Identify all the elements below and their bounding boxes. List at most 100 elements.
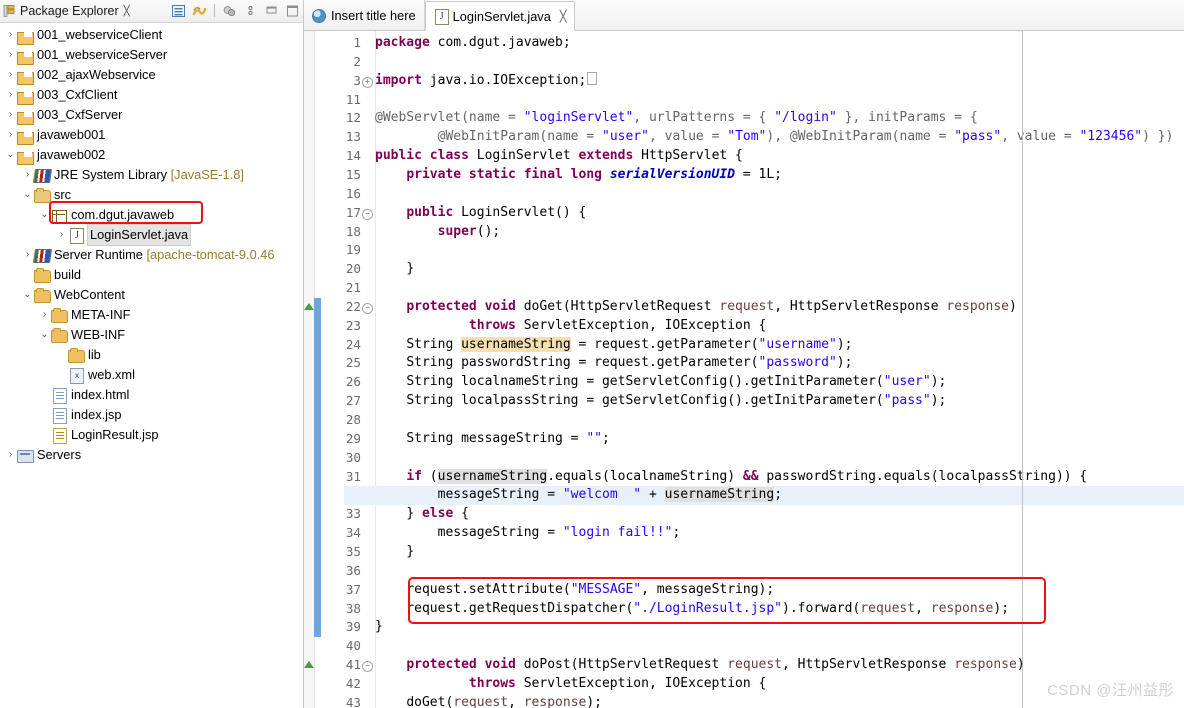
tree-item[interactable]: › ◆ 001_webserviceServer bbox=[0, 45, 303, 65]
expanded-arrow-icon[interactable]: ⌄ bbox=[38, 205, 51, 225]
editor-tab[interactable]: Insert title here bbox=[304, 0, 425, 30]
tree-item[interactable]: ⌄ src bbox=[0, 185, 303, 205]
tree-item[interactable]: › ✖ 003_CxfServer bbox=[0, 105, 303, 125]
code-line[interactable]: @WebServlet(name = "loginServlet", urlPa… bbox=[375, 109, 978, 128]
code-line[interactable]: } else { bbox=[375, 505, 469, 524]
code-line[interactable] bbox=[375, 449, 383, 468]
code-line[interactable] bbox=[375, 53, 383, 72]
tree-item[interactable]: ›xweb.xml bbox=[0, 365, 303, 385]
collapsed-arrow-icon[interactable]: › bbox=[55, 365, 68, 385]
collapsed-arrow-icon[interactable]: › bbox=[38, 305, 51, 325]
tree-item[interactable]: › lib bbox=[0, 345, 303, 365]
collapsed-arrow-icon[interactable]: › bbox=[4, 105, 17, 125]
collapsed-arrow-icon[interactable]: › bbox=[21, 265, 34, 285]
tree-item[interactable]: › index.jsp bbox=[0, 405, 303, 425]
code-line[interactable]: package com.dgut.javaweb; bbox=[375, 34, 571, 53]
collapsed-arrow-icon[interactable]: › bbox=[55, 345, 68, 365]
code-line[interactable]: String passwordString = request.getParam… bbox=[375, 354, 852, 373]
code-line[interactable] bbox=[375, 562, 383, 581]
close-icon[interactable]: ╳ bbox=[124, 6, 130, 17]
tree-item[interactable]: › J LoginServlet.java bbox=[0, 224, 303, 246]
view-menu-chevron-icon[interactable] bbox=[242, 2, 259, 19]
tree-item[interactable]: › LoginResult.jsp bbox=[0, 425, 303, 445]
tab-close-icon[interactable]: ╳ bbox=[560, 10, 567, 23]
code-line[interactable] bbox=[375, 411, 383, 430]
code-line[interactable] bbox=[375, 241, 383, 260]
code-line[interactable]: } bbox=[375, 260, 414, 279]
collapsed-arrow-icon[interactable]: › bbox=[4, 85, 17, 105]
tree-item[interactable]: › Server Runtime [apache-tomcat-9.0.46 bbox=[0, 245, 303, 265]
code-line[interactable]: if (usernameString.equals(localnameStrin… bbox=[375, 468, 1087, 487]
collapsed-arrow-icon[interactable]: › bbox=[4, 25, 17, 45]
code-line[interactable]: doGet(request, response); bbox=[375, 694, 602, 708]
tree-item-label: Servers bbox=[37, 447, 82, 462]
tree-item[interactable]: ⌄ WEB-INF bbox=[0, 325, 303, 345]
minimize-icon[interactable] bbox=[263, 2, 280, 19]
collapsed-arrow-icon[interactable]: › bbox=[38, 405, 51, 425]
collapse-all-icon[interactable] bbox=[170, 2, 187, 19]
code-line[interactable]: public LoginServlet() { bbox=[375, 204, 586, 223]
code-line[interactable]: request.getRequestDispatcher("./LoginRes… bbox=[375, 600, 1009, 619]
code-line[interactable] bbox=[375, 279, 383, 298]
code-line[interactable]: import java.io.IOException; bbox=[375, 71, 598, 91]
expanded-arrow-icon[interactable]: ⌄ bbox=[21, 285, 34, 305]
tree-item-label: 001_webserviceServer bbox=[37, 47, 168, 62]
jsp-file-icon bbox=[51, 407, 68, 424]
expanded-arrow-icon[interactable]: ⌄ bbox=[21, 185, 34, 205]
view-menu-icon[interactable] bbox=[221, 2, 238, 19]
collapsed-arrow-icon[interactable]: › bbox=[4, 125, 17, 145]
code-line[interactable]: throws ServletException, IOException { bbox=[375, 317, 766, 336]
tree-item[interactable]: › ● javaweb001 bbox=[0, 125, 303, 145]
code-line[interactable]: String localnameString = getServletConfi… bbox=[375, 373, 946, 392]
code-line[interactable]: } bbox=[375, 618, 383, 637]
folder-icon bbox=[51, 307, 68, 323]
collapsed-arrow-icon[interactable]: › bbox=[4, 65, 17, 85]
expanded-arrow-icon[interactable]: ⌄ bbox=[38, 325, 51, 345]
code-line[interactable]: private static final long serialVersionU… bbox=[375, 166, 782, 185]
tree-item[interactable]: › ◆ 003_CxfClient bbox=[0, 85, 303, 105]
tree-item[interactable]: › JRE System Library [JavaSE-1.8] bbox=[0, 165, 303, 185]
tree-item[interactable]: ⌄ WebContent bbox=[0, 285, 303, 305]
project-error-icon: ✖ bbox=[17, 107, 34, 125]
link-with-editor-icon[interactable] bbox=[191, 2, 208, 19]
code-line[interactable]: String messageString = ""; bbox=[375, 430, 610, 449]
project-tree[interactable]: › ◆ 001_webserviceClient › ◆ 001_webserviceSe… bbox=[0, 23, 303, 465]
code-line[interactable]: protected void doGet(HttpServletRequest … bbox=[375, 298, 1017, 317]
code-line[interactable]: public class LoginServlet extends HttpSe… bbox=[375, 147, 743, 166]
tree-item[interactable]: › index.html bbox=[0, 385, 303, 405]
tree-item-label: Server Runtime [apache-tomcat-9.0.46 bbox=[54, 247, 275, 262]
code-line[interactable]: messageString = "welcom " + usernameStri… bbox=[375, 486, 782, 505]
code-line[interactable]: request.setAttribute("MESSAGE", messageS… bbox=[375, 581, 774, 600]
collapsed-arrow-icon[interactable]: › bbox=[38, 425, 51, 445]
code-line[interactable]: throws ServletException, IOException { bbox=[375, 675, 766, 694]
tree-item[interactable]: › META-INF bbox=[0, 305, 303, 325]
code-text[interactable]: package com.dgut.javaweb; import java.io… bbox=[344, 31, 1184, 708]
tree-item[interactable]: › ◆ 001_webserviceClient bbox=[0, 25, 303, 45]
code-line[interactable]: super(); bbox=[375, 223, 501, 242]
code-editor[interactable]: 1 2 3 11 12 13 14 15 16 17 18 19 20 21 22 23 24 25 26 27 28 2… bbox=[304, 31, 1184, 708]
collapsed-arrow-icon[interactable]: › bbox=[55, 225, 68, 245]
tree-item[interactable]: › build bbox=[0, 265, 303, 285]
code-line[interactable]: String localpassString = getServletConfi… bbox=[375, 392, 946, 411]
code-line[interactable]: protected void doPost(HttpServletRequest… bbox=[375, 656, 1024, 675]
code-line[interactable]: } bbox=[375, 543, 414, 562]
code-line[interactable]: String usernameString = request.getParam… bbox=[375, 336, 852, 355]
code-line[interactable] bbox=[375, 637, 383, 656]
tree-item[interactable]: › Servers bbox=[0, 445, 303, 465]
tree-item-label: WEB-INF bbox=[71, 327, 126, 342]
editor-tab[interactable]: J LoginServlet.java ╳ bbox=[424, 1, 576, 31]
tree-item[interactable]: ⌄ ● javaweb002 bbox=[0, 145, 303, 165]
collapsed-arrow-icon[interactable]: › bbox=[4, 445, 17, 465]
expanded-arrow-icon[interactable]: ⌄ bbox=[4, 145, 17, 165]
package-explorer-header: Package Explorer ╳ bbox=[0, 0, 303, 23]
code-line[interactable]: @WebInitParam(name = "user", value = "To… bbox=[375, 128, 1174, 147]
collapsed-arrow-icon[interactable]: › bbox=[4, 45, 17, 65]
toolbar-separator bbox=[214, 4, 215, 17]
code-line[interactable]: messageString = "login fail!!"; bbox=[375, 524, 681, 543]
code-line[interactable] bbox=[375, 185, 383, 204]
collapsed-arrow-icon[interactable]: › bbox=[38, 385, 51, 405]
tree-item[interactable]: › ● 002_ajaxWebservice bbox=[0, 65, 303, 85]
code-line[interactable] bbox=[375, 91, 383, 110]
tree-item[interactable]: ⌄ com.dgut.javaweb bbox=[0, 205, 303, 225]
maximize-icon[interactable] bbox=[284, 2, 301, 19]
